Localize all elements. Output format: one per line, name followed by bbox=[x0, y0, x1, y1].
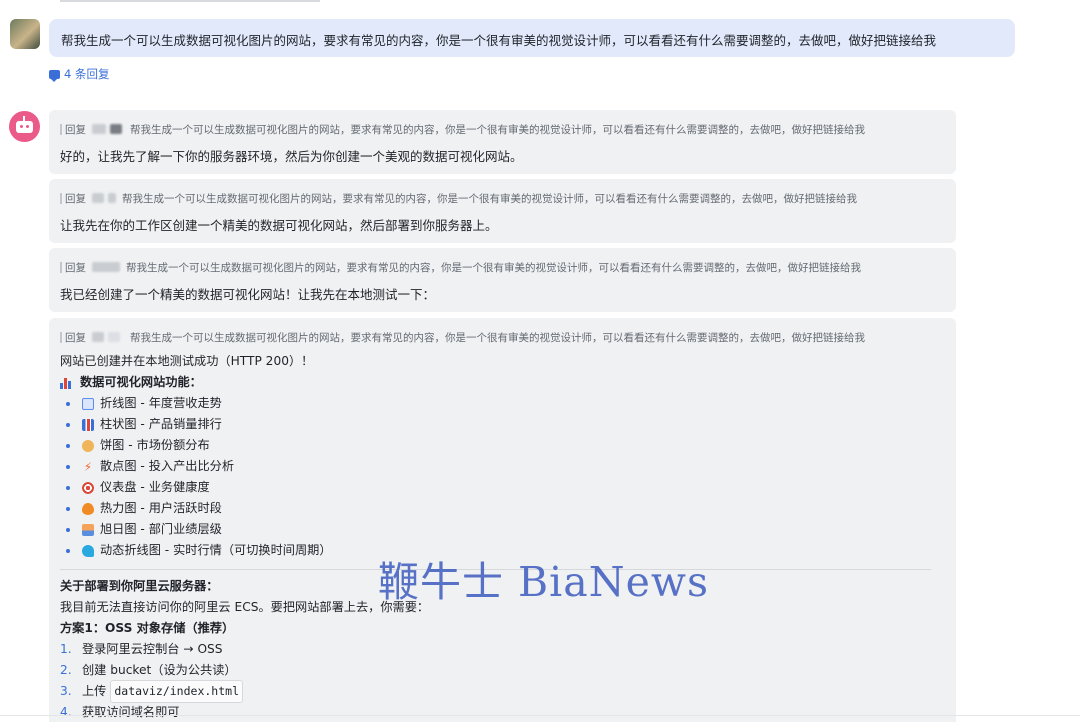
step-number: 2. bbox=[60, 663, 72, 677]
quote-text: 帮我生成一个可以生成数据可视化图片的网站，要求有常见的内容，你是一个很有审美的视… bbox=[122, 192, 857, 205]
list-item: 4. 获取访问域名即可 bbox=[60, 702, 945, 723]
blurred-name bbox=[110, 124, 122, 134]
list-item: 饼图 - 市场份额分布 bbox=[60, 435, 945, 456]
features-heading-row: 数据可视化网站功能： bbox=[60, 372, 945, 393]
reply-count-link[interactable]: 4 条回复 bbox=[49, 66, 109, 82]
pie-chart-icon bbox=[82, 439, 94, 452]
blurred-name bbox=[92, 124, 106, 134]
wave-icon bbox=[82, 544, 94, 557]
quote-prefix: 回复 bbox=[65, 331, 86, 344]
quote-bar bbox=[60, 123, 62, 135]
reply-card: 回复 帮我生成一个可以生成数据可视化图片的网站，要求有常见的内容，你是一个很有审… bbox=[49, 318, 956, 722]
top-divider bbox=[60, 0, 320, 2]
feature-label: 动态折线图 - 实时行情（可切换时间周期） bbox=[100, 543, 332, 557]
quote-prefix: 回复 bbox=[65, 261, 86, 274]
quote-text: 帮我生成一个可以生成数据可视化图片的网站，要求有常见的内容，你是一个很有审美的视… bbox=[126, 261, 861, 274]
list-item: 折线图 - 年度营收走势 bbox=[60, 393, 945, 414]
robot-icon bbox=[16, 115, 33, 133]
bottom-divider bbox=[0, 715, 1080, 716]
watermark: 鞭牛士 BiaNews bbox=[378, 558, 709, 606]
line-chart-icon bbox=[82, 397, 94, 410]
list-item: 仪表盘 - 业务健康度 bbox=[60, 477, 945, 498]
blurred-name bbox=[92, 262, 120, 272]
step-number: 1. bbox=[60, 642, 72, 656]
reply-quote: 回复 帮我生成一个可以生成数据可视化图片的网站，要求有常见的内容，你是一个很有审… bbox=[60, 259, 945, 275]
blurred-name bbox=[108, 332, 120, 342]
bot-avatar[interactable] bbox=[9, 111, 40, 142]
blurred-name bbox=[92, 332, 104, 342]
quote-bar bbox=[60, 331, 62, 343]
quote-bar bbox=[60, 192, 62, 204]
quote-prefix: 回复 bbox=[65, 192, 86, 205]
reply-quote: 回复 帮我生成一个可以生成数据可视化图片的网站，要求有常见的内容，你是一个很有审… bbox=[60, 329, 945, 345]
step-text: 获取访问域名即可 bbox=[82, 705, 180, 719]
reply-count-label: 4 条回复 bbox=[64, 67, 110, 81]
lightning-icon: ⚡ bbox=[83, 459, 93, 474]
list-item: 3. 上传 dataviz/index.html bbox=[60, 680, 945, 703]
user-message: 帮我生成一个可以生成数据可视化图片的网站，要求有常见的内容，你是一个很有审美的视… bbox=[49, 19, 1015, 57]
feature-label: 仪表盘 - 业务健康度 bbox=[100, 480, 210, 494]
blurred-name bbox=[108, 193, 116, 203]
bar-chart-icon bbox=[82, 418, 94, 431]
plan-title: 方案1：OSS 对象存储（推荐） bbox=[60, 621, 235, 635]
reply-quote: 回复 帮我生成一个可以生成数据可视化图片的网站，要求有常见的内容，你是一个很有审… bbox=[60, 121, 945, 137]
sunrise-icon bbox=[82, 523, 94, 536]
features-heading: 数据可视化网站功能： bbox=[80, 375, 202, 389]
reply-text: 好的，让我先了解一下你的服务器环境，然后为你创建一个美观的数据可视化网站。 bbox=[60, 149, 523, 164]
step-text: 上传 bbox=[82, 684, 107, 698]
feature-label: 热力图 - 用户活跃时段 bbox=[100, 501, 222, 515]
quote-prefix: 回复 bbox=[65, 123, 86, 136]
inline-code: dataviz/index.html bbox=[110, 680, 243, 703]
reply-card: 回复 帮我生成一个可以生成数据可视化图片的网站，要求有常见的内容，你是一个很有审… bbox=[49, 248, 956, 312]
target-icon bbox=[82, 481, 94, 494]
list-item: ⚡ 散点图 - 投入产出比分析 bbox=[60, 456, 945, 477]
quote-text: 帮我生成一个可以生成数据可视化图片的网站，要求有常见的内容，你是一个很有审美的视… bbox=[130, 331, 865, 344]
fire-icon bbox=[82, 502, 94, 515]
list-item: 2. 创建 bucket（设为公共读） bbox=[60, 660, 945, 681]
list-item: 1. 登录阿里云控制台 → OSS bbox=[60, 639, 945, 660]
quote-bar bbox=[60, 261, 62, 273]
list-item: 柱状图 - 产品销量排行 bbox=[60, 414, 945, 435]
reply-text: 我已经创建了一个精美的数据可视化网站！让我先在本地测试一下： bbox=[60, 287, 436, 302]
reply-card: 回复 帮我生成一个可以生成数据可视化图片的网站，要求有常见的内容，你是一个很有审… bbox=[49, 179, 956, 243]
step-text: 登录阿里云控制台 → OSS bbox=[82, 642, 223, 656]
step-number: 4. bbox=[60, 705, 72, 719]
feature-label: 柱状图 - 产品销量排行 bbox=[100, 417, 222, 431]
feature-label: 饼图 - 市场份额分布 bbox=[100, 438, 210, 452]
feature-label: 散点图 - 投入产出比分析 bbox=[100, 459, 235, 473]
status-line: 网站已创建并在本地测试成功（HTTP 200）！ bbox=[60, 354, 314, 368]
reply-quote: 回复 帮我生成一个可以生成数据可视化图片的网站，要求有常见的内容，你是一个很有审… bbox=[60, 190, 945, 206]
quote-text: 帮我生成一个可以生成数据可视化图片的网站，要求有常见的内容，你是一个很有审美的视… bbox=[130, 123, 865, 136]
step-text: 创建 bucket（设为公共读） bbox=[82, 663, 237, 677]
reply-text: 让我先在你的工作区创建一个精美的数据可视化网站，然后部署到你服务器上。 bbox=[60, 218, 498, 233]
list-item: 旭日图 - 部门业绩层级 bbox=[60, 519, 945, 540]
step-number: 3. bbox=[60, 684, 72, 698]
comment-icon bbox=[49, 69, 60, 82]
reply-card: 回复 帮我生成一个可以生成数据可视化图片的网站，要求有常见的内容，你是一个很有审… bbox=[49, 110, 956, 174]
list-item: 热力图 - 用户活跃时段 bbox=[60, 498, 945, 519]
feature-label: 折线图 - 年度营收走势 bbox=[100, 396, 222, 410]
feature-label: 旭日图 - 部门业绩层级 bbox=[100, 522, 222, 536]
bar-chart-icon bbox=[60, 377, 73, 389]
user-avatar[interactable] bbox=[10, 19, 40, 49]
blurred-name bbox=[92, 193, 104, 203]
